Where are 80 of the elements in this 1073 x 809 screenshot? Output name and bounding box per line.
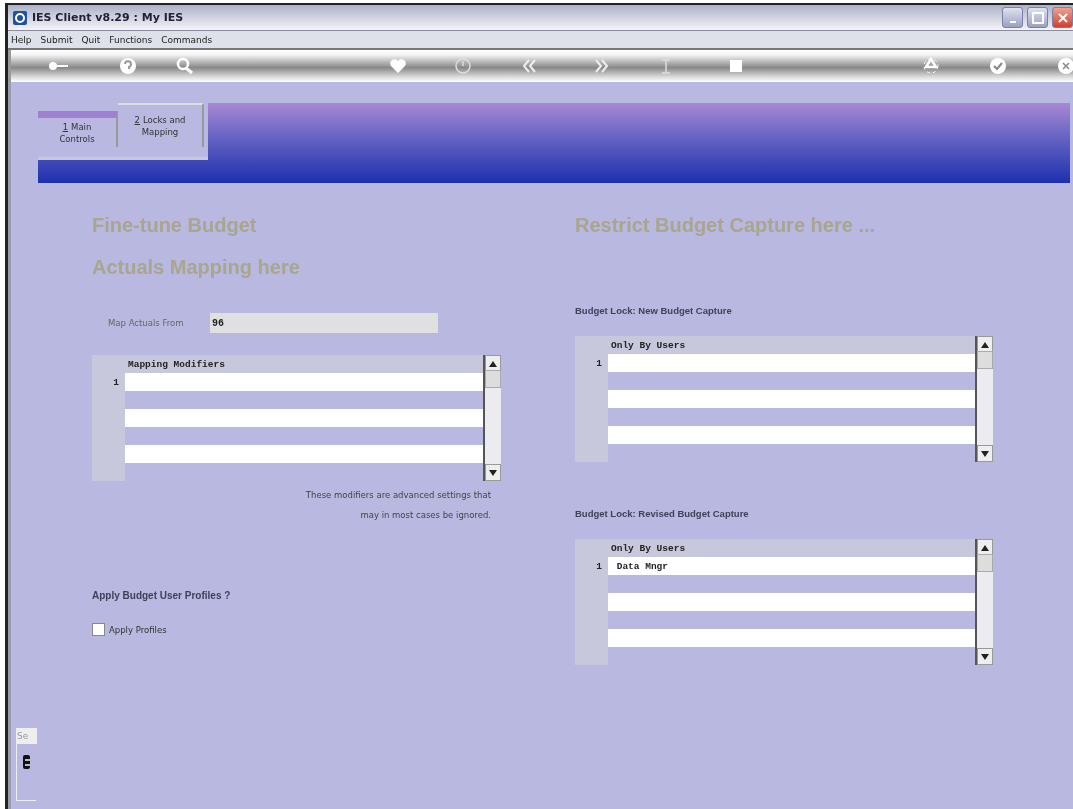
row-number: 1 <box>596 560 602 572</box>
tab[interactable]: 2 Locks and Mapping <box>118 103 204 147</box>
down-arrow-icon <box>489 469 497 476</box>
table-cell[interactable] <box>125 445 483 463</box>
tab[interactable]: 1 Main Controls <box>38 111 118 147</box>
table-cell[interactable] <box>608 647 975 665</box>
check-button[interactable] <box>988 57 1008 75</box>
close-icon <box>1056 11 1069 24</box>
section-heading: Fine-tune Budget <box>92 213 258 238</box>
app-icon <box>12 9 28 26</box>
scrollbar[interactable] <box>975 539 993 665</box>
down-arrow-icon <box>981 450 989 457</box>
table-cell[interactable] <box>125 391 483 409</box>
checkbox-label: Apply Profiles <box>109 624 167 635</box>
section-title: Budget Lock: New Budget Capture <box>575 305 733 316</box>
glyph-icon <box>23 754 31 770</box>
menu-item[interactable]: Help <box>11 34 32 45</box>
note-text: These modifiers are advanced settings that <box>305 490 491 500</box>
row-number: 1 <box>113 376 119 388</box>
help-icon <box>118 57 138 75</box>
note-text: may in most cases be ignored. <box>360 510 491 520</box>
check-icon <box>988 57 1008 75</box>
column-header: Only By Users <box>610 338 687 353</box>
scroll-thumb[interactable] <box>485 370 501 388</box>
scrollbar[interactable] <box>483 355 501 481</box>
map-from-field[interactable]: 96 <box>210 313 438 333</box>
search-button[interactable] <box>175 57 195 75</box>
help-button[interactable] <box>118 57 138 75</box>
table-cell[interactable] <box>608 575 975 593</box>
table-cell[interactable] <box>608 372 975 390</box>
close-icon <box>1056 57 1073 75</box>
menu-item[interactable]: Commands <box>161 34 213 45</box>
row-number: 1 <box>596 357 602 369</box>
table-cell[interactable] <box>608 390 975 408</box>
table-cell[interactable] <box>608 408 975 426</box>
scroll-thumb[interactable] <box>977 351 993 369</box>
menu-item[interactable]: Quit <box>81 34 101 45</box>
section-title: Budget Lock: Revised Budget Capture <box>575 508 750 519</box>
section-heading: Restrict Budget Capture here ... <box>575 213 877 238</box>
table-cell[interactable] <box>608 354 975 372</box>
up-arrow-icon <box>981 341 989 348</box>
table-cell[interactable] <box>125 373 483 391</box>
window-title: IES Client v8.29 : My IES <box>32 11 184 24</box>
scroll-thumb[interactable] <box>977 554 993 572</box>
menu-item[interactable]: Submit <box>40 34 73 45</box>
table-cell[interactable] <box>608 444 975 462</box>
heart-icon <box>388 57 408 75</box>
minimize-icon <box>1009 20 1016 23</box>
clock-button[interactable] <box>453 57 473 75</box>
section-title: Apply Budget User Profiles ? <box>92 590 232 601</box>
table-cell[interactable] <box>125 463 483 481</box>
table-cell[interactable]: Data Mngr <box>608 557 975 575</box>
scroll-down-button[interactable] <box>485 464 501 481</box>
column-header: Only By Users <box>610 541 687 556</box>
table-cell[interactable] <box>125 409 483 427</box>
up-arrow-icon <box>489 360 497 367</box>
scrollbar[interactable] <box>975 336 993 462</box>
table-cell[interactable] <box>608 611 975 629</box>
table-cell[interactable] <box>608 629 975 647</box>
minimize-button[interactable] <box>1002 7 1023 28</box>
side-label: Se <box>17 728 37 744</box>
close-button[interactable] <box>1056 57 1073 75</box>
menu-item[interactable]: Functions <box>109 34 153 45</box>
maximize-button[interactable] <box>1027 7 1048 28</box>
section-heading: Actuals Mapping here <box>92 255 301 280</box>
maximize-icon <box>1031 11 1044 24</box>
heart-button[interactable] <box>388 57 408 75</box>
scroll-down-button[interactable] <box>977 445 993 462</box>
table-cell[interactable] <box>125 427 483 445</box>
close-button[interactable] <box>1052 7 1073 28</box>
up-arrow-icon <box>981 544 989 551</box>
search-icon <box>175 57 195 75</box>
table-cell[interactable] <box>608 593 975 611</box>
field-label: Map Actuals From <box>108 318 185 328</box>
table-cell[interactable] <box>608 426 975 444</box>
clock-icon <box>453 57 473 75</box>
scroll-down-button[interactable] <box>977 648 993 665</box>
down-arrow-icon <box>981 653 989 660</box>
checkbox[interactable] <box>92 623 105 636</box>
column-header: Mapping Modifiers <box>127 357 226 372</box>
